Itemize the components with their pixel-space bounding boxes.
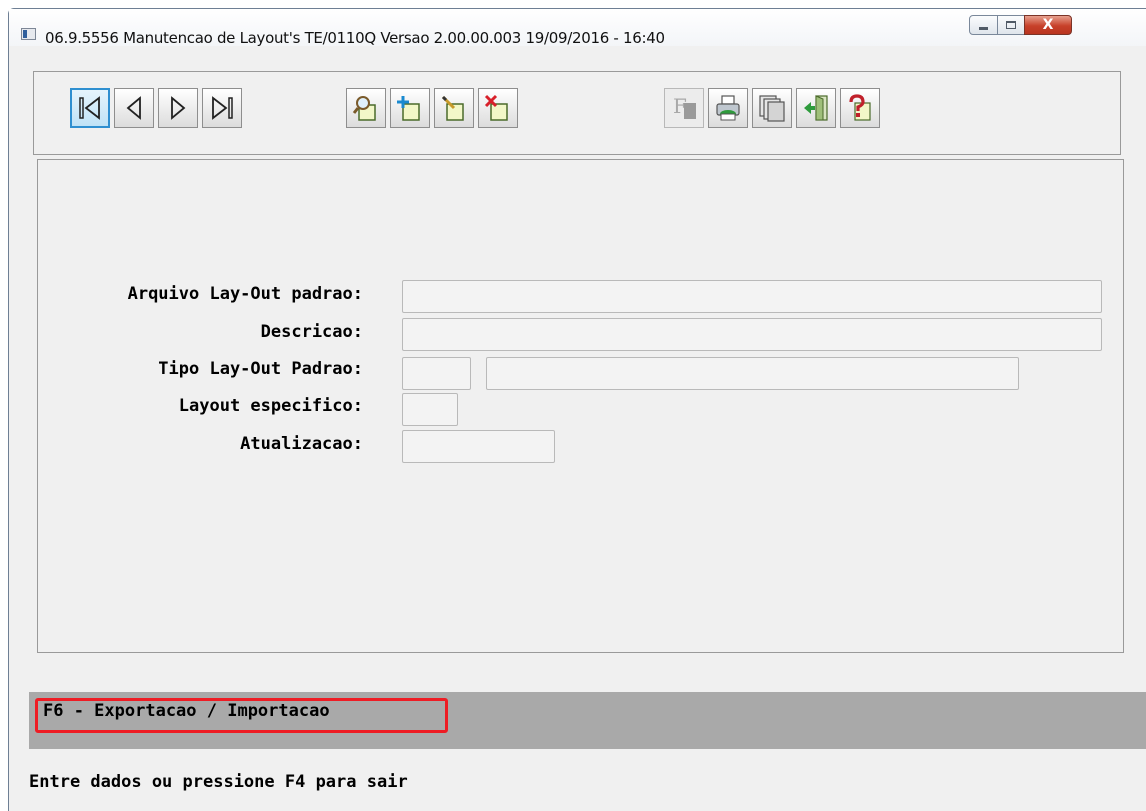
last-icon [212,96,233,120]
edit-button[interactable] [434,88,474,128]
tipo-layout-label: Tipo Lay-Out Padrao: [158,359,363,379]
print-button[interactable] [708,88,748,128]
form-panel: Arquivo Lay-Out padrao: Descricao: Tipo … [37,159,1124,653]
filter-icon: F [671,94,697,120]
copy-button[interactable] [752,88,792,128]
close-icon: X [1042,17,1054,33]
layout-especifico-label: Layout especifico: [178,396,363,416]
arquivo-layout-field[interactable] [402,280,1102,313]
maximize-icon [1006,21,1016,29]
f6-export-import-key[interactable]: F6 - Exportacao / Importacao [43,701,330,721]
first-icon [79,96,100,120]
exit-icon [804,95,828,121]
first-record-button[interactable] [70,88,110,128]
last-record-button[interactable] [202,88,242,128]
add-button[interactable] [390,88,430,128]
title-bar[interactable]: 06.9.5556 Manutencao de Layout's TE/0110… [9,9,1146,47]
next-record-button[interactable] [158,88,198,128]
search-button[interactable] [346,88,386,128]
descricao-field[interactable] [402,318,1102,351]
layout-especifico-field[interactable] [402,393,458,426]
copy-icon [759,95,785,122]
print-icon [716,95,740,121]
delete-icon [484,94,508,121]
tipo-layout-description-field [486,357,1019,390]
maximize-button[interactable] [997,15,1025,35]
toolbar: F [33,71,1121,155]
arquivo-layout-label: Arquivo Lay-Out padrao: [127,284,363,304]
next-icon [171,96,186,120]
window-title: 06.9.5556 Manutencao de Layout's TE/0110… [45,29,665,47]
help-icon [849,94,871,121]
exit-button[interactable] [796,88,836,128]
function-key-bar: F6 - Exportacao / Importacao [29,692,1146,749]
descricao-label: Descricao: [260,322,363,342]
atualizacao-field[interactable] [402,430,555,463]
edit-icon [441,95,464,121]
minimize-button[interactable] [969,15,998,35]
close-button[interactable]: X [1024,15,1072,35]
atualizacao-label: Atualizacao: [240,434,363,454]
filter-button[interactable]: F [664,88,704,128]
previous-record-button[interactable] [114,88,154,128]
previous-icon [126,96,141,120]
delete-button[interactable] [478,88,518,128]
search-icon [352,96,376,121]
add-icon [397,96,420,121]
application-window: 06.9.5556 Manutencao de Layout's TE/0110… [8,8,1146,811]
minimize-icon [979,27,988,30]
help-button[interactable] [840,88,880,128]
tipo-layout-code-field[interactable] [402,357,471,390]
status-message: Entre dados ou pressione F4 para sair [29,772,408,792]
app-icon [21,28,36,40]
